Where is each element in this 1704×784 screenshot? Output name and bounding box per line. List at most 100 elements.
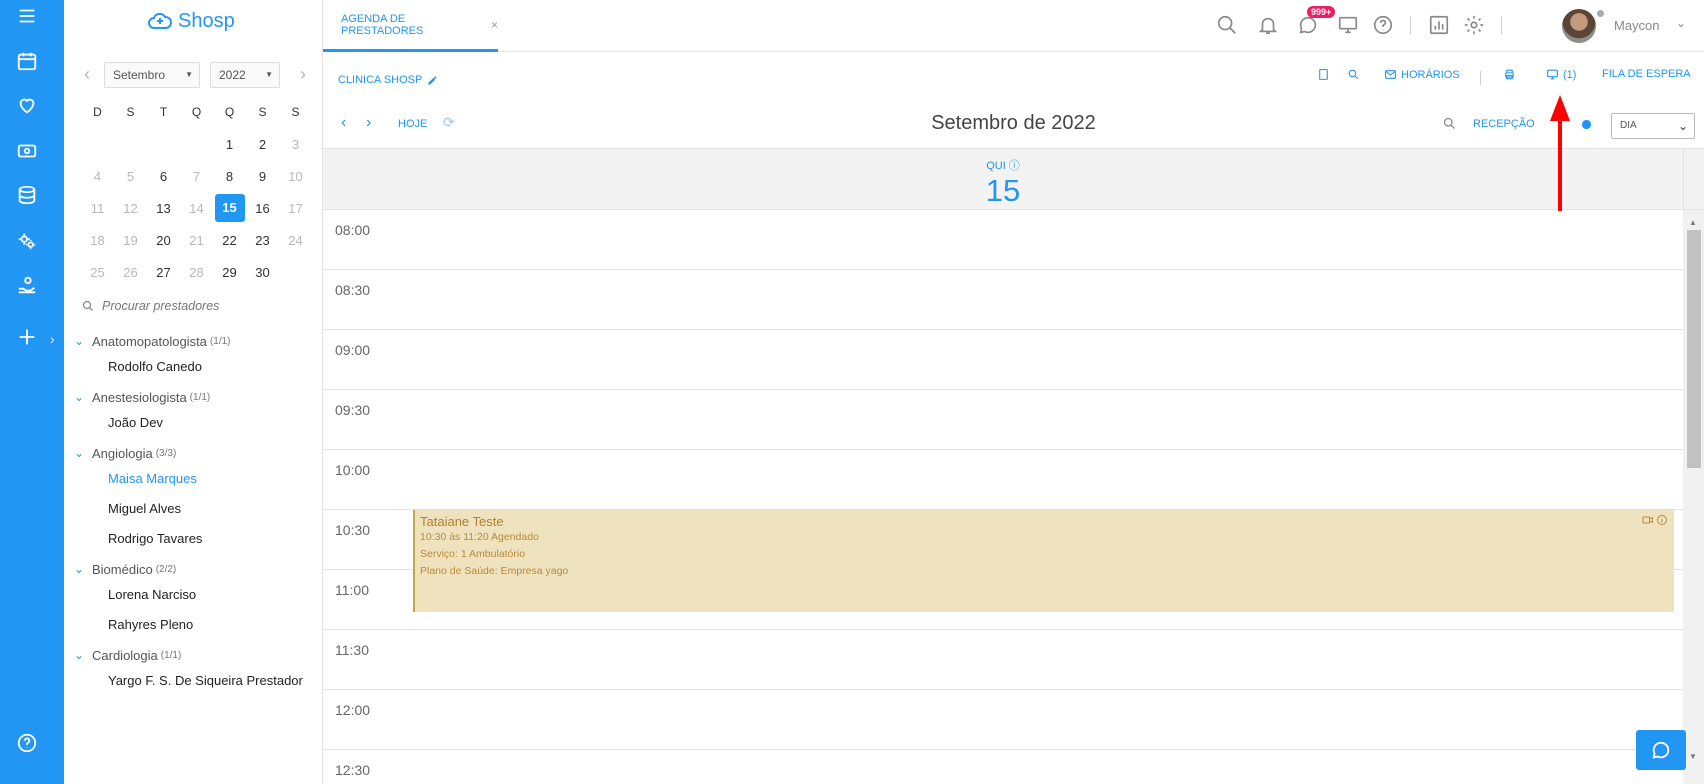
provider-item[interactable]: Yargo F. S. De Siqueira Prestador [72, 666, 322, 696]
menu-icon[interactable] [14, 3, 40, 29]
provider-item[interactable]: Rahyres Pleno [72, 610, 322, 640]
tablet-icon[interactable] [1317, 68, 1330, 81]
provider-group[interactable]: ⌄ Biomédico (2/2) [72, 558, 322, 580]
help-circle-icon[interactable] [1370, 12, 1396, 38]
help-icon[interactable] [14, 730, 40, 756]
monitor-icon[interactable] [1335, 12, 1361, 38]
hand-money-icon[interactable] [14, 272, 40, 298]
clinic-selector[interactable]: CLINICA SHOSP [338, 74, 438, 86]
provider-group[interactable]: ⌄ Cardiologia (1/1) [72, 644, 322, 666]
chevron-down-icon[interactable]: ⌄ [74, 334, 92, 348]
provider-search[interactable]: Procurar prestadores [82, 299, 302, 313]
calendar-day[interactable]: 9 [246, 169, 279, 184]
calendar-icon[interactable] [14, 48, 40, 74]
calendar-day[interactable]: 24 [279, 233, 312, 248]
chevron-right-icon[interactable]: › [50, 331, 55, 347]
calendar-day[interactable]: 21 [180, 233, 213, 248]
chevron-down-icon[interactable]: ⌄ [74, 648, 92, 662]
prev-month-icon[interactable]: ‹ [84, 64, 90, 85]
reports-icon[interactable] [1426, 12, 1452, 38]
logo[interactable]: Shosp [146, 9, 235, 33]
calendar-day[interactable]: 11 [81, 201, 114, 216]
calendar-day[interactable]: 12 [114, 201, 147, 216]
calendar-day[interactable]: 8 [213, 169, 246, 184]
calendar-day[interactable]: 13 [147, 201, 180, 216]
time-slot[interactable]: 11:30 [323, 630, 1683, 690]
next-month-icon[interactable]: › [300, 64, 306, 85]
provider-item[interactable]: Lorena Narciso [72, 580, 322, 610]
scroll-down-icon[interactable]: ▼ [1689, 752, 1697, 761]
month-select[interactable]: Setembro ▼ [104, 62, 200, 88]
chevron-down-icon[interactable]: ⌄ [74, 562, 92, 576]
user-name[interactable]: Maycon [1614, 18, 1660, 33]
calendar-day[interactable]: 19 [114, 233, 147, 248]
provider-item[interactable]: João Dev [72, 408, 322, 438]
time-slot[interactable]: 09:00 [323, 330, 1683, 390]
provider-item[interactable]: Rodrigo Tavares [72, 524, 322, 554]
calendar-day[interactable]: 17 [279, 201, 312, 216]
time-grid[interactable]: 08:00 08:30 09:00 09:30 10:00 10:30 11:00 11:30… [323, 210, 1683, 784]
gears-icon[interactable] [14, 228, 40, 254]
calendar-day[interactable]: 30 [246, 265, 279, 280]
scrollbar[interactable]: ▲ ▼ [1683, 210, 1704, 784]
calendar-day[interactable]: 25 [81, 265, 114, 280]
calendar-day[interactable]: 5 [114, 169, 147, 184]
provider-group[interactable]: ⌄ Anestesiologista (1/1) [72, 386, 322, 408]
calendar-day[interactable]: 27 [147, 265, 180, 280]
tab-agenda-prestadores[interactable]: AGENDA DE PRESTADORES × [323, 0, 498, 52]
plus-icon[interactable] [14, 324, 40, 350]
calendar-day[interactable]: 3 [279, 137, 312, 152]
view-select[interactable]: DIA ⌄ [1611, 113, 1695, 139]
calendar-day[interactable]: 4 [81, 169, 114, 184]
time-slot[interactable]: 12:00 [323, 690, 1683, 750]
calendar-day[interactable]: 22 [213, 233, 246, 248]
calendar-day[interactable]: 1 [213, 137, 246, 152]
calendar-day[interactable]: 7 [180, 169, 213, 184]
calendar-day[interactable]: 20 [147, 233, 180, 248]
year-select[interactable]: 2022 ▼ [210, 62, 280, 88]
chevron-down-icon[interactable]: ⌄ [1676, 16, 1686, 30]
chevron-down-icon[interactable]: ⌄ [74, 390, 92, 404]
calendar-day[interactable]: 6 [147, 169, 180, 184]
calendar-day[interactable]: 18 [81, 233, 114, 248]
video-camera-icon[interactable] [1642, 514, 1654, 526]
next-day-icon[interactable]: › [366, 114, 371, 132]
printer-icon[interactable] [1503, 68, 1516, 81]
calendar-day[interactable]: 28 [180, 265, 213, 280]
horarios-button[interactable]: HORÁRIOS [1384, 68, 1460, 81]
tab-close-icon[interactable]: × [491, 18, 498, 32]
database-icon[interactable] [14, 182, 40, 208]
time-slot[interactable]: 10:00 [323, 450, 1683, 510]
appointment-event[interactable]: Tataiane Teste 10:30 às 11:20 Agendado S… [413, 510, 1674, 612]
provider-group[interactable]: ⌄ Angiologia (3/3) [72, 442, 322, 464]
waiting-queue-count[interactable]: (1) [1546, 68, 1576, 81]
calendar-day[interactable]: 26 [114, 265, 147, 280]
info-icon[interactable] [1656, 514, 1668, 526]
calendar-day[interactable]: 23 [246, 233, 279, 248]
scrollbar-thumb[interactable] [1687, 230, 1701, 468]
time-slot[interactable]: 08:30 [323, 270, 1683, 330]
today-button[interactable]: HOJE [398, 118, 427, 130]
settings-dot-icon[interactable] [1581, 119, 1592, 130]
time-slot[interactable]: 09:30 [323, 390, 1683, 450]
prev-day-icon[interactable]: ‹ [341, 114, 346, 132]
search-icon[interactable] [1442, 116, 1457, 131]
provider-item[interactable]: Miguel Alves [72, 494, 322, 524]
provider-item[interactable]: Rodolfo Canedo [72, 352, 322, 382]
fila-de-espera-button[interactable]: FILA DE ESPERA [1602, 68, 1691, 80]
refresh-icon[interactable]: ⟳ [443, 114, 455, 131]
calendar-day[interactable]: 16 [246, 201, 279, 216]
chevron-down-icon[interactable]: ⌄ [74, 446, 92, 460]
calendar-day[interactable]: 15 [214, 194, 245, 222]
calendar-day[interactable]: 2 [246, 137, 279, 152]
calendar-day[interactable]: 10 [279, 169, 312, 184]
reception-button[interactable]: RECEPÇÃO [1473, 118, 1535, 130]
search-icon[interactable] [1347, 68, 1360, 81]
provider-item[interactable]: Maisa Marques [72, 464, 322, 494]
avatar[interactable] [1562, 9, 1596, 43]
search-icon[interactable] [1214, 12, 1240, 38]
time-slot[interactable]: 12:30 [323, 750, 1683, 784]
chat-button[interactable] [1636, 730, 1686, 770]
bell-icon[interactable] [1255, 12, 1281, 38]
cash-icon[interactable] [14, 138, 40, 164]
